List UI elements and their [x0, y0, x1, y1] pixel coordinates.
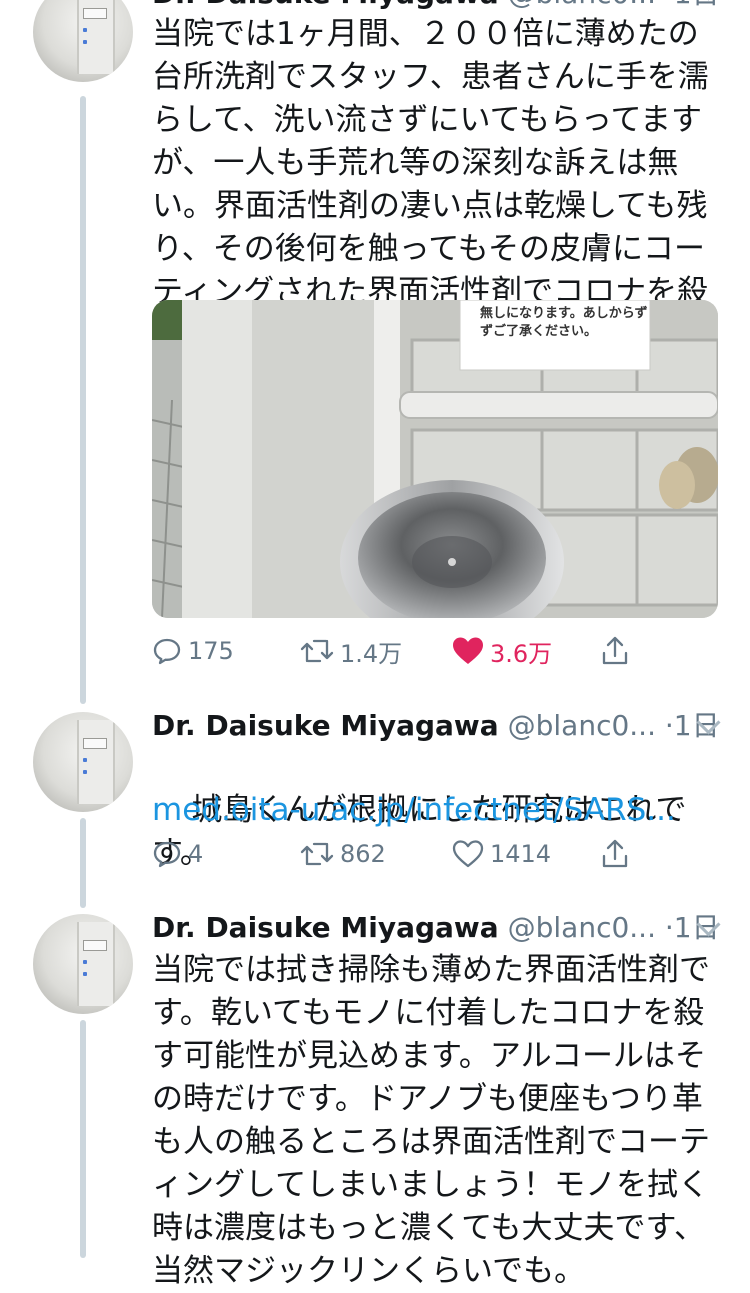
avatar-dot: [83, 972, 87, 976]
notice-text-line2: ずご了承ください。: [480, 324, 598, 339]
reply-icon: [153, 638, 181, 665]
retweet-icon: [300, 842, 334, 866]
retweet-count: 862: [340, 840, 386, 868]
timestamp[interactable]: 1日: [674, 0, 720, 10]
heart-filled-icon: [453, 637, 483, 664]
tweet-link[interactable]: med.oita-u.ac.jp/infectnet/SARS...: [152, 789, 722, 832]
share-button[interactable]: [600, 834, 630, 874]
like-button[interactable]: 3.6万: [452, 631, 552, 671]
tweet-header: Dr. Daisuke Miyagawa @blanc0... ·1日: [152, 0, 720, 14]
reply-button[interactable]: 175: [152, 631, 234, 671]
avatar-nameplate: [83, 8, 107, 19]
tweet[interactable]: Dr. Daisuke Miyagawa @blanc0... ·1日 城島くん…: [0, 700, 750, 900]
avatar-door: [77, 922, 115, 1006]
share-button[interactable]: [600, 631, 630, 671]
action-bar: 175 1.4万 3.6万: [152, 631, 652, 671]
share-icon: [602, 839, 628, 868]
tweet-text: 城島くんが根拠にした研究はこれです。: [152, 746, 722, 918]
avatar-nameplate: [83, 940, 107, 951]
tweet[interactable]: Dr. Daisuke Miyagawa @blanc0... ·1日 当院では…: [0, 902, 750, 1289]
user-handle[interactable]: @blanc0...: [508, 709, 656, 742]
share-icon: [602, 636, 628, 665]
avatar-dot: [83, 960, 87, 964]
separator: ·: [665, 0, 674, 10]
avatar[interactable]: [33, 712, 133, 812]
retweet-count: 1.4万: [340, 639, 403, 668]
action-bar: 4 862 1414: [152, 834, 652, 874]
user-handle[interactable]: @blanc0...: [508, 911, 656, 944]
avatar-nameplate: [83, 738, 107, 749]
retweet-button[interactable]: 1.4万: [300, 631, 402, 671]
display-name[interactable]: Dr. Daisuke Miyagawa: [152, 911, 499, 944]
user-handle[interactable]: @blanc0...: [508, 0, 656, 10]
avatar-dot: [83, 28, 87, 32]
avatar-dot: [83, 770, 87, 774]
like-count: 3.6万: [490, 639, 553, 668]
avatar-dot: [83, 758, 87, 762]
avatar-dot: [83, 40, 87, 44]
notice-text-line1: 無しになります。あしからず: [480, 306, 648, 321]
separator: ·: [664, 709, 674, 742]
reply-icon: [153, 841, 181, 868]
reply-count: 4: [188, 840, 204, 868]
tweet-header: Dr. Daisuke Miyagawa @blanc0... ·1日: [152, 908, 720, 948]
display-name[interactable]: Dr. Daisuke Miyagawa: [152, 0, 499, 10]
tweet-photo[interactable]: 無しになります。あしからず ずご了承ください。: [152, 300, 718, 618]
reply-count: 175: [188, 637, 234, 665]
retweet-icon: [300, 639, 334, 663]
separator: ·: [664, 911, 674, 944]
heart-icon: [452, 840, 484, 868]
avatar[interactable]: [33, 914, 133, 1014]
photo-illustration: [152, 300, 718, 618]
tweet[interactable]: Dr. Daisuke Miyagawa @blanc0... ·1日 当院では…: [0, 0, 750, 700]
reply-button[interactable]: 4: [152, 834, 203, 874]
tweet-text: 当院では拭き掃除も薄めた界面活性剤です。乾いてもモノに付着したコロナを殺す可能性…: [152, 952, 710, 1289]
display-name[interactable]: Dr. Daisuke Miyagawa: [152, 709, 499, 742]
retweet-button[interactable]: 862: [300, 834, 386, 874]
avatar-door: [77, 720, 115, 804]
avatar[interactable]: [33, 0, 133, 82]
like-count: 1414: [490, 840, 552, 868]
tweet-header: Dr. Daisuke Miyagawa @blanc0... ·1日: [152, 706, 720, 746]
like-button[interactable]: 1414: [452, 834, 551, 874]
